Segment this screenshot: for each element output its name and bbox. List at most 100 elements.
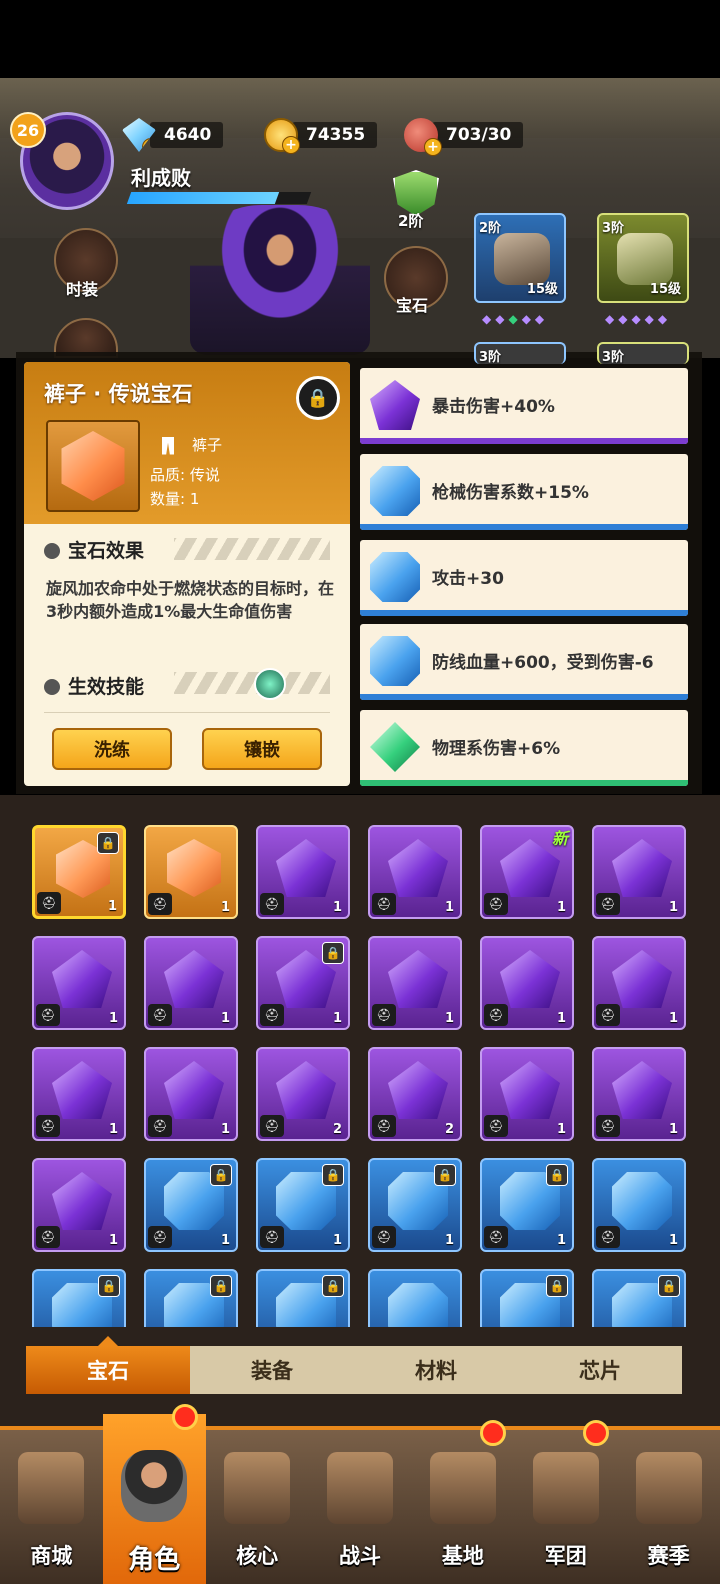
xp-fill	[126, 192, 279, 204]
tab-chips[interactable]: 芯片	[518, 1346, 682, 1394]
plus-icon[interactable]: +	[424, 138, 442, 156]
gem-tile[interactable]: ⛑ 1	[368, 936, 462, 1030]
inlay-button[interactable]: 镶嵌	[202, 728, 322, 770]
gem-tile[interactable]: ⛑ 1	[32, 1047, 126, 1141]
gem-tile[interactable]: ⛑🔒	[32, 1269, 126, 1327]
blue-gem-icon	[370, 636, 420, 686]
lock-icon: 🔒	[322, 942, 344, 964]
gem-tile[interactable]: ⛑🔒	[480, 1269, 574, 1327]
equip-slot-3[interactable]: 3阶	[474, 342, 566, 365]
lock-icon: 🔒	[322, 1275, 344, 1297]
gem-count: 1	[220, 1233, 230, 1248]
gem-tile[interactable]: ⛑ 1	[32, 1158, 126, 1252]
cyclone-cannon-skill-icon[interactable]	[254, 668, 286, 700]
gem-tile[interactable]: ⛑ 1	[480, 1047, 574, 1141]
stamina-resource[interactable]: + 703/30	[404, 118, 524, 156]
gem-tile[interactable]: ⛑ 1	[592, 825, 686, 919]
costume-label: 时装	[66, 280, 99, 299]
gem-tile[interactable]: ⛑ 1	[592, 1047, 686, 1141]
gem-tile[interactable]: ⛑ 2	[368, 1047, 462, 1141]
purple-gem-icon	[52, 1172, 112, 1230]
green-gem-icon	[370, 722, 420, 772]
lock-icon: 🔒	[210, 1275, 232, 1297]
gem-tile[interactable]: ⛑ 1 🔒	[256, 1158, 350, 1252]
lock-button[interactable]: 🔒	[296, 376, 340, 420]
gem-tile[interactable]: ⛑ 1	[368, 825, 462, 919]
equip-gauntlet[interactable]: 3阶 15级	[597, 213, 689, 303]
tab-gem[interactable]: 宝石	[26, 1346, 190, 1394]
equip-slot-icon: ⛑	[260, 893, 284, 915]
purple-gem-icon	[500, 950, 560, 1008]
equip-helmet[interactable]: 2阶 15级	[474, 213, 566, 303]
gem-tile[interactable]: ⛑ 1	[592, 1158, 686, 1252]
gem-tile[interactable]: ⛑ 1	[32, 936, 126, 1030]
nav-item[interactable]: 战斗	[309, 1430, 412, 1584]
detail-slot: 裤子	[162, 434, 222, 455]
diamond-count: 4640	[150, 122, 224, 148]
gem-tile[interactable]: ⛑ 1 🔒	[368, 1158, 462, 1252]
purple-gem-icon	[612, 839, 672, 897]
nav-item[interactable]: 基地	[411, 1420, 514, 1584]
purple-gem-icon	[52, 1061, 112, 1119]
gem-count: 1	[668, 1233, 678, 1248]
equip-slot-icon: ⛑	[372, 1226, 396, 1248]
tab-materials[interactable]: 材料	[354, 1346, 518, 1394]
equip-slot-icon: ⛑	[36, 1115, 60, 1137]
gem-tile[interactable]: ⛑ 1 🔒	[256, 936, 350, 1030]
skill-header: 生效技能	[44, 672, 144, 699]
gem-count: 1	[556, 1011, 566, 1026]
equip-slot-4[interactable]: 3阶	[597, 342, 689, 365]
gem-stat-text: 暴击伤害+40%	[432, 397, 555, 417]
nav-item[interactable]: 军团	[514, 1420, 617, 1584]
gem-count: 1	[556, 1233, 566, 1248]
gem-tile[interactable]: ⛑ 1	[592, 936, 686, 1030]
gem-tile[interactable]: ⛑ 1	[144, 1047, 238, 1141]
gem-tile[interactable]: ⛑	[368, 1269, 462, 1327]
gem-tile[interactable]: ⛑ 2	[256, 1047, 350, 1141]
nav-icon	[327, 1452, 393, 1524]
diamond-resource[interactable]: + 4640	[122, 118, 224, 152]
gem-stat-text: 防线血量+600，受到伤害-6	[432, 653, 654, 673]
new-badge: 新	[551, 829, 568, 848]
gem-tile[interactable]: ⛑ 1 🔒	[32, 825, 126, 919]
blue-gem-icon	[370, 466, 420, 516]
player-name: 利成败	[131, 166, 191, 190]
lock-icon: 🔒	[546, 1275, 568, 1297]
gem-tile[interactable]: ⛑ 1	[480, 936, 574, 1030]
equip-slot-icon: ⛑	[484, 1226, 508, 1248]
gem-tile[interactable]: ⛑ 1	[144, 936, 238, 1030]
gem-count: 1	[556, 1122, 566, 1137]
gem-stat-row: 物理系伤害+6%	[360, 710, 688, 786]
nav-item[interactable]: 赛季	[617, 1430, 720, 1584]
notification-dot	[583, 1420, 610, 1446]
gem-tile[interactable]: ⛑ 1 🔒	[144, 1158, 238, 1252]
purple-gem-icon	[276, 1061, 336, 1119]
blue-gem-icon	[388, 1283, 448, 1327]
tier-label: 2阶	[398, 212, 424, 230]
gem-count: 1	[668, 900, 678, 915]
gem-tile[interactable]: ⛑ 1	[256, 825, 350, 919]
nav-icon	[532, 1452, 599, 1524]
nav-item[interactable]: 角色	[102, 1404, 206, 1584]
section-icon	[44, 543, 60, 559]
gem-tile[interactable]: ⛑🔒	[144, 1269, 238, 1327]
gem-label: 宝石	[396, 296, 429, 315]
gem-tile[interactable]: ⛑ 1	[144, 825, 238, 919]
tab-equipment[interactable]: 装备	[190, 1346, 354, 1394]
refine-button[interactable]: 洗练	[52, 728, 172, 770]
lock-icon: 🔒	[98, 1275, 120, 1297]
equip-slot-icon: ⛑	[148, 1004, 172, 1026]
detail-gem-frame	[46, 420, 140, 512]
gem-count: 1	[444, 1233, 454, 1248]
plus-icon[interactable]: +	[282, 136, 300, 154]
gem-tile[interactable]: ⛑🔒	[256, 1269, 350, 1327]
gem-stat-text: 物理系伤害+6%	[432, 739, 561, 759]
gem-tile[interactable]: ⛑ 1 新	[480, 825, 574, 919]
nav-item[interactable]: 核心	[206, 1430, 309, 1584]
gem-stat-row: 枪械伤害系数+15%	[360, 454, 688, 530]
detail-header: 裤子 · 传说宝石 🔒 裤子 品质: 传说 数量: 1	[24, 362, 350, 524]
gem-tile[interactable]: ⛑ 1 🔒	[480, 1158, 574, 1252]
nav-item[interactable]: 商城	[0, 1430, 103, 1584]
coin-resource[interactable]: + 74355	[264, 118, 378, 154]
gem-tile[interactable]: ⛑🔒	[592, 1269, 686, 1327]
